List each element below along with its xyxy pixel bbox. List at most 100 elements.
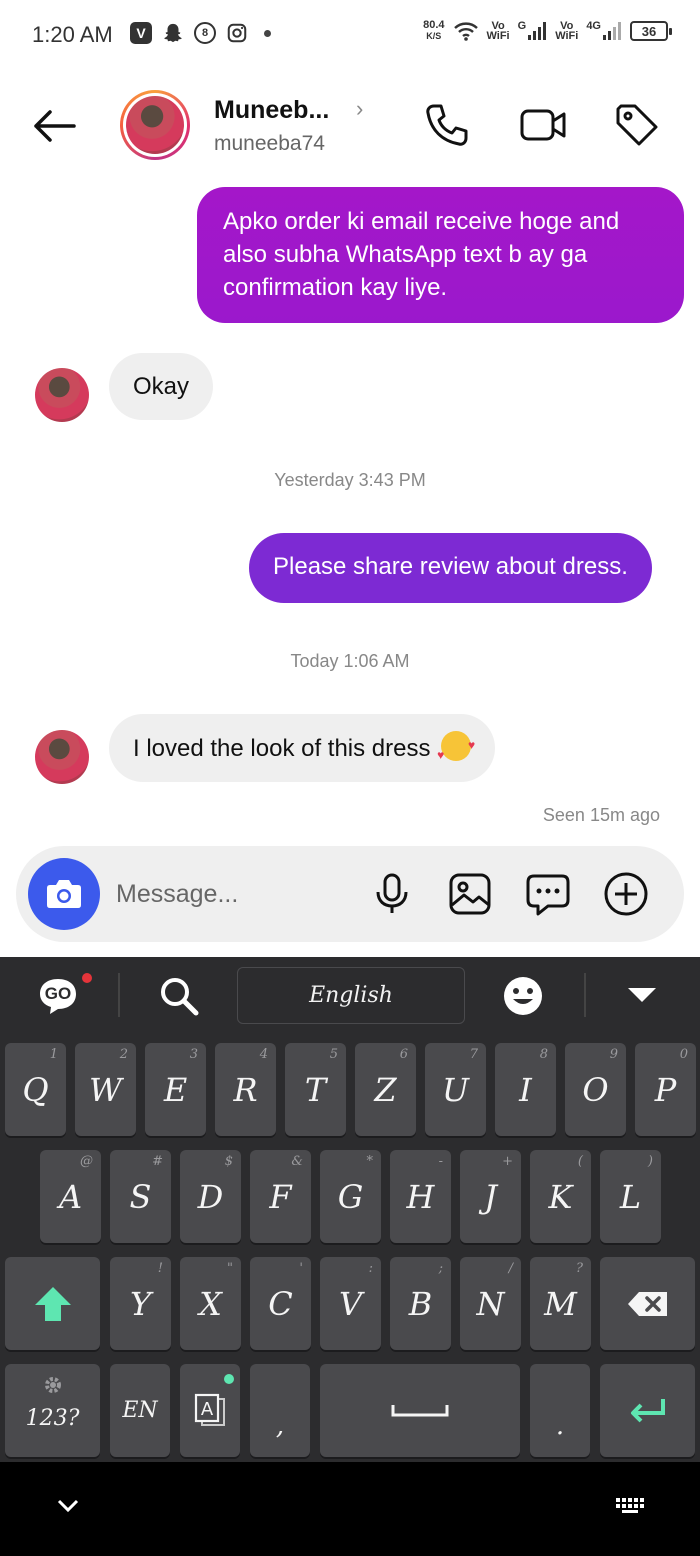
message-input[interactable]: [116, 874, 356, 914]
contact-photo: [126, 96, 184, 154]
key-label: R: [233, 1070, 258, 1109]
gallery-icon[interactable]: [446, 870, 494, 918]
key-label: Z: [374, 1070, 397, 1109]
key-h[interactable]: -H: [390, 1150, 451, 1243]
message-bubble-incoming[interactable]: I loved the look of this dress: [109, 714, 496, 782]
key-label: E: [163, 1070, 188, 1109]
key-d[interactable]: $ D: [180, 1150, 241, 1243]
battery-level: 36: [641, 23, 657, 39]
key-z[interactable]: 6Z: [355, 1043, 416, 1136]
status-time: 1:20 AM: [32, 22, 113, 47]
camera-icon: [47, 880, 81, 908]
message-bubble-outgoing[interactable]: Please share review about dress.: [249, 533, 652, 603]
back-arrow-icon[interactable]: [28, 102, 80, 150]
key-label: B: [408, 1284, 433, 1323]
tag-icon[interactable]: [612, 100, 662, 150]
enter-key[interactable]: [600, 1364, 695, 1457]
sender-avatar[interactable]: [35, 730, 89, 784]
key-label: S: [129, 1177, 152, 1216]
net-speed-unit: K/S: [426, 31, 442, 41]
key-hint: +: [502, 1154, 513, 1169]
video-call-icon[interactable]: [518, 100, 568, 150]
key-a[interactable]: @ A: [40, 1150, 101, 1243]
key-m[interactable]: ? M: [530, 1257, 591, 1350]
network-type-2: 4G: [586, 20, 601, 32]
key-label: X: [199, 1284, 222, 1323]
key-hint: /: [508, 1261, 513, 1276]
sender-avatar[interactable]: [35, 368, 89, 422]
backspace-key[interactable]: [600, 1257, 695, 1350]
key-x[interactable]: " X: [180, 1257, 241, 1350]
signal-1: G: [518, 21, 548, 41]
key-hint: 5: [329, 1047, 338, 1062]
search-icon[interactable]: [158, 975, 200, 1017]
translate-key[interactable]: A: [180, 1364, 240, 1457]
key-t[interactable]: 5T: [285, 1043, 346, 1136]
contact-avatar[interactable]: [120, 90, 190, 160]
key-hint: ): [647, 1154, 653, 1169]
key-q[interactable]: 1Q: [5, 1043, 66, 1136]
key-hint: #: [152, 1154, 163, 1169]
sticker-message-icon[interactable]: [524, 870, 572, 918]
key-label: K: [548, 1177, 573, 1216]
key-hint: -: [438, 1154, 443, 1169]
key-y[interactable]: ! Y: [110, 1257, 171, 1350]
net-speed-value: 80.4: [423, 19, 445, 31]
key-hint: (: [577, 1154, 583, 1169]
key-e[interactable]: 3E: [145, 1043, 206, 1136]
space-bar-icon: [391, 1404, 449, 1416]
key-f[interactable]: & F: [250, 1150, 311, 1243]
collapse-keyboard-icon[interactable]: [626, 985, 658, 1005]
phone-call-icon[interactable]: [422, 100, 472, 150]
language-switch-key[interactable]: EN: [110, 1364, 170, 1457]
key-b[interactable]: ; B: [390, 1257, 451, 1350]
language-selector[interactable]: English: [237, 967, 465, 1024]
key-j[interactable]: + J: [460, 1150, 521, 1243]
keyboard: GO English 1Q2W3E4R5T6Z7U8I9O0P @ A # S $ D & F…: [0, 957, 700, 1462]
message-bubble-outgoing[interactable]: Apko order ki email receive hoge and als…: [197, 187, 684, 323]
add-icon[interactable]: [602, 870, 650, 918]
key-o[interactable]: 9O: [565, 1043, 626, 1136]
contact-name[interactable]: Muneeb...: [214, 96, 329, 125]
key-label: G: [337, 1177, 364, 1216]
key-c[interactable]: ' C: [250, 1257, 311, 1350]
key-i[interactable]: 8I: [495, 1043, 556, 1136]
message-timestamp: Yesterday 3:43 PM: [274, 470, 426, 490]
key-r[interactable]: 4R: [215, 1043, 276, 1136]
toolbar-divider: [584, 973, 586, 1017]
key-label: A: [58, 1177, 83, 1216]
keyboard-switcher-icon[interactable]: [614, 1496, 648, 1516]
chevron-right-icon[interactable]: ›: [356, 96, 363, 122]
key-hint: $: [224, 1154, 233, 1169]
key-v[interactable]: :V: [320, 1257, 381, 1350]
hide-keyboard-chevron-icon[interactable]: [56, 1498, 80, 1514]
key-k[interactable]: (K: [530, 1150, 591, 1243]
emoji-icon[interactable]: [502, 975, 544, 1017]
smiling-face-with-hearts-emoji: [437, 729, 475, 772]
comma-key[interactable]: ,: [250, 1364, 310, 1457]
period-key[interactable]: .: [530, 1364, 590, 1457]
key-g[interactable]: * G: [320, 1150, 381, 1243]
key-hint: 7: [469, 1047, 478, 1062]
key-u[interactable]: 7U: [425, 1043, 486, 1136]
key-label: W: [89, 1070, 122, 1109]
key-p[interactable]: 0P: [635, 1043, 696, 1136]
message-bubble-incoming[interactable]: Okay: [109, 353, 214, 420]
contact-username[interactable]: muneeba74: [214, 132, 325, 156]
space-key[interactable]: [320, 1364, 520, 1457]
numbers-symbols-key[interactable]: 123?: [5, 1364, 100, 1457]
key-n[interactable]: / N: [460, 1257, 521, 1350]
key-label: O: [582, 1070, 609, 1109]
key-hint: 0: [679, 1047, 688, 1062]
microphone-icon[interactable]: [368, 870, 416, 918]
key-hint: 1: [49, 1047, 58, 1062]
key-w[interactable]: 2W: [75, 1043, 136, 1136]
key-l[interactable]: ) L: [600, 1150, 661, 1243]
shift-key[interactable]: [5, 1257, 100, 1350]
camera-button[interactable]: [28, 858, 100, 930]
go-keyboard-logo-icon[interactable]: GO: [38, 973, 92, 1014]
v-app-icon: V: [130, 22, 152, 44]
key-hint: 4: [259, 1047, 268, 1062]
key-s[interactable]: # S: [110, 1150, 171, 1243]
key-label: M: [544, 1284, 577, 1323]
